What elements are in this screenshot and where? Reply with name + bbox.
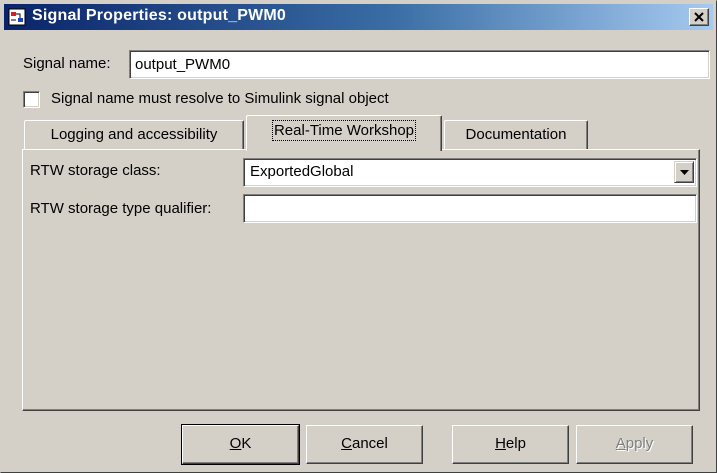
tab-label: Logging and accessibility [50,126,218,143]
signal-name-field-frame [129,50,710,79]
storage-class-value: ExportedGlobal [250,163,354,180]
close-button[interactable] [689,8,709,26]
chevron-down-icon [680,170,689,175]
help-button[interactable]: Help [452,425,569,464]
storage-class-combo[interactable]: ExportedGlobal [243,158,697,187]
tab-documentation[interactable]: Documentation [444,120,588,149]
storage-class-dropdown-button[interactable] [674,161,694,183]
tab-logging-and-accessibility[interactable]: Logging and accessibility [24,120,244,149]
close-icon [694,12,704,22]
apply-button[interactable]: Apply [576,425,693,464]
ok-button[interactable]: OK [181,424,300,465]
type-qualifier-label: RTW storage type qualifier: [30,200,212,217]
cancel-button[interactable]: Cancel [306,425,423,464]
ok-button-label: OK [229,435,252,452]
tab-label: Real-Time Workshop [271,120,417,141]
type-qualifier-input[interactable] [246,197,694,220]
signal-name-label: Signal name: [23,55,111,72]
rtw-tab-panel: RTW storage class: ExportedGlobal RTW st… [22,149,700,411]
type-qualifier-field-frame [243,194,697,223]
tab-label: Documentation [465,126,567,143]
signal-name-input[interactable] [132,53,707,76]
storage-class-label: RTW storage class: [30,162,161,179]
signal-properties-dialog: Signal Properties: output_PWM0 Signal na… [0,0,717,473]
cancel-button-label: Cancel [341,435,388,452]
apply-button-label: Apply [615,435,654,452]
help-button-label: Help [495,435,526,452]
tab-real-time-workshop[interactable]: Real-Time Workshop [246,115,442,151]
resolve-signal-label: Signal name must resolve to Simulink sig… [51,90,389,107]
title-bar[interactable]: Signal Properties: output_PWM0 [4,4,713,30]
simulink-block-icon [8,8,26,26]
window-title: Signal Properties: output_PWM0 [32,7,287,24]
resolve-signal-checkbox[interactable] [23,91,40,108]
